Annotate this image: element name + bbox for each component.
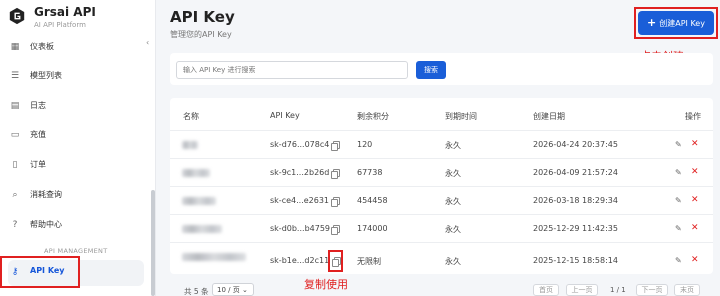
annotation-box-api-key <box>0 256 80 288</box>
plus-icon: + <box>647 16 657 29</box>
api-key-value: sk-ce4...e2631 <box>270 196 330 205</box>
sidebar-item-dashboard[interactable]: ▦ 仪表板 <box>8 35 144 61</box>
dashboard-icon: ▦ <box>10 42 20 52</box>
api-key-value: sk-d0b...b4759 <box>270 224 330 233</box>
page-size-value: 10 / 页 <box>217 286 240 294</box>
sidebar-item-help[interactable]: ? 帮助中心 <box>8 213 144 239</box>
key-name-redacted <box>182 141 198 149</box>
sidebar-item-logs[interactable]: ▤ 日志 <box>8 94 144 120</box>
column-header-actions: 操作 <box>685 112 701 121</box>
sidebar-scrollbar[interactable] <box>151 190 155 296</box>
sidebar-item-recharge[interactable]: ▭ 充值 <box>8 123 144 149</box>
annotation-copy-text: 复制使用 <box>304 278 348 291</box>
credits-value: 无限制 <box>357 257 381 266</box>
log-icon: ▤ <box>10 101 20 111</box>
last-page-button[interactable]: 末页 <box>674 284 700 296</box>
sidebar-item-label: 消耗查询 <box>30 190 62 199</box>
sidebar-item-label: 仪表板 <box>30 42 54 51</box>
expiry-value: 永久 <box>445 141 461 150</box>
first-page-button[interactable]: 首页 <box>533 284 559 296</box>
help-icon: ? <box>12 220 18 230</box>
column-header-expiry: 到期时间 <box>445 112 477 121</box>
brand-title: Grsai API <box>34 5 96 19</box>
search-icon: ⌕ <box>12 190 18 200</box>
created-value: 2026-04-24 20:37:45 <box>533 140 618 149</box>
copy-icon[interactable] <box>331 141 340 151</box>
create-api-key-button[interactable]: + 创建API Key <box>638 11 714 35</box>
expiry-value: 永久 <box>445 197 461 206</box>
expiry-value: 永久 <box>445 169 461 178</box>
copy-icon[interactable] <box>331 225 340 235</box>
list-icon: ☰ <box>10 71 20 81</box>
page-size-select[interactable]: 10 / 页 ⌄ <box>212 283 254 296</box>
search-input[interactable] <box>176 61 408 79</box>
table-row: sk-b1e...d2c11 无限制 永久 2025-12-15 18:58:1… <box>170 242 713 270</box>
order-icon: ▯ <box>12 160 18 170</box>
key-name-redacted <box>182 169 210 177</box>
total-count: 共 5 条 <box>184 287 209 296</box>
expiry-value: 永久 <box>445 257 461 266</box>
copy-icon[interactable] <box>331 169 340 179</box>
table-row: sk-d76...078c4 120 永久 2026-04-24 20:37:4… <box>170 130 713 158</box>
delete-icon[interactable]: ✕ <box>691 167 699 177</box>
credits-value: 120 <box>357 140 373 149</box>
column-header-name: 名称 <box>183 112 199 121</box>
sidebar-collapse-icon[interactable]: ‹ <box>146 38 155 48</box>
edit-icon[interactable]: ✎ <box>675 224 682 233</box>
edit-icon[interactable]: ✎ <box>675 196 682 205</box>
prev-page-button[interactable]: 上一页 <box>566 284 598 296</box>
page-info: 1 / 1 <box>610 286 626 294</box>
sidebar: Grsai API AI API Platform ‹ ▦ 仪表板 ☰ 模型列表… <box>0 0 156 296</box>
sidebar-item-label: 充值 <box>30 130 46 139</box>
sidebar-item-orders[interactable]: ▯ 订单 <box>8 153 144 179</box>
edit-icon[interactable]: ✎ <box>675 140 682 149</box>
page-title: API Key <box>170 8 235 26</box>
page-subtitle: 管理您的API Key <box>170 30 232 39</box>
expiry-value: 永久 <box>445 225 461 234</box>
table-row: sk-9c1...2b26d 67738 永久 2026-04-09 21:57… <box>170 158 713 186</box>
delete-icon[interactable]: ✕ <box>691 139 699 149</box>
created-value: 2025-12-29 11:42:35 <box>533 224 618 233</box>
key-name-redacted <box>182 225 222 233</box>
column-header-api-key: API Key <box>270 111 300 120</box>
credits-value: 174000 <box>357 224 388 233</box>
card-icon: ▭ <box>10 130 20 140</box>
key-name-redacted <box>182 197 216 205</box>
created-value: 2026-03-18 18:29:34 <box>533 196 618 205</box>
sidebar-item-usage[interactable]: ⌕ 消耗查询 <box>8 183 144 209</box>
table-row: sk-d0b...b4759 174000 永久 2025-12-29 11:4… <box>170 214 713 242</box>
delete-icon[interactable]: ✕ <box>691 195 699 205</box>
next-page-button[interactable]: 下一页 <box>636 284 668 296</box>
column-header-credits: 剩余积分 <box>357 112 389 121</box>
api-key-value: sk-b1e...d2c11 <box>270 256 330 265</box>
annotation-box-copy <box>328 250 343 272</box>
chevron-down-icon: ⌄ <box>241 286 248 294</box>
nav-section-label: API MANAGEMENT <box>44 247 108 255</box>
api-key-value: sk-d76...078c4 <box>270 140 330 149</box>
brand-logo-icon <box>9 7 25 25</box>
delete-icon[interactable]: ✕ <box>691 223 699 233</box>
sidebar-item-label: 日志 <box>30 101 46 110</box>
edit-icon[interactable]: ✎ <box>675 256 682 265</box>
key-name-redacted <box>182 253 246 261</box>
sidebar-item-label: 订单 <box>30 160 46 169</box>
credits-value: 454458 <box>357 196 388 205</box>
brand-subtitle: AI API Platform <box>34 21 86 29</box>
created-value: 2025-12-15 18:58:14 <box>533 256 618 265</box>
credits-value: 67738 <box>357 168 383 177</box>
sidebar-item-label: 帮助中心 <box>30 220 62 229</box>
sidebar-item-models[interactable]: ☰ 模型列表 <box>8 64 144 90</box>
create-button-label: 创建API Key <box>659 19 705 28</box>
column-header-created: 创建日期 <box>533 112 565 121</box>
api-key-value: sk-9c1...2b26d <box>270 168 330 177</box>
edit-icon[interactable]: ✎ <box>675 168 682 177</box>
delete-icon[interactable]: ✕ <box>691 255 699 265</box>
table-row: sk-ce4...e2631 454458 永久 2026-03-18 18:2… <box>170 186 713 214</box>
created-value: 2026-04-09 21:57:24 <box>533 168 618 177</box>
search-button[interactable]: 搜索 <box>416 61 446 79</box>
sidebar-item-label: 模型列表 <box>30 71 62 80</box>
copy-icon[interactable] <box>331 197 340 207</box>
